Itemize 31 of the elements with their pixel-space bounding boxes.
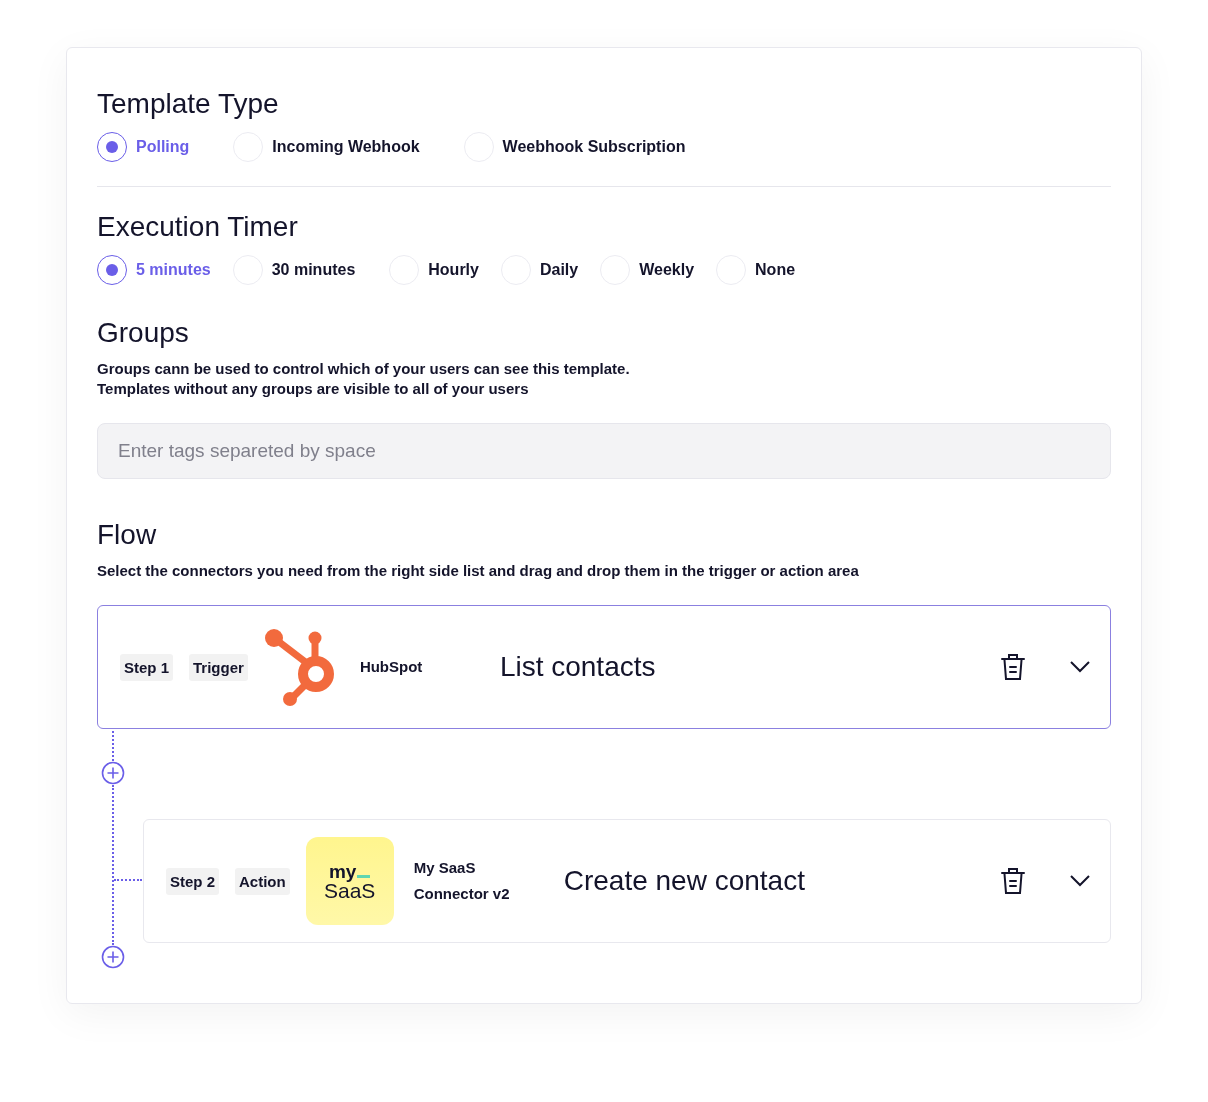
operation-title: List contacts [499, 651, 657, 683]
section-title: Execution Timer [97, 210, 299, 244]
section-title: Groups [97, 316, 190, 350]
radio-option[interactable]: Weekly [600, 255, 695, 285]
section-description: Select the connectors you need from the right side list and drag and drop them in the trigger or action area [97, 561, 860, 581]
radio-option[interactable]: 5 minutes [97, 255, 211, 285]
connector-name: My SaaS Connector v2 [413, 858, 511, 904]
connector-logo: my SaaS [305, 837, 394, 925]
step-type-label: Action [235, 867, 290, 895]
connector-name: HubSpot [359, 657, 424, 677]
add-step-button[interactable] [101, 761, 125, 785]
radio-option[interactable]: Polling [97, 132, 190, 162]
radio-option[interactable]: 30 minutes [232, 255, 356, 285]
section-description: Groups cann be used to control which of your users can see this template. Templates without any groups are visible to all of your users [97, 359, 631, 399]
step-label: Step 1 [120, 653, 173, 681]
radio-option[interactable]: None [716, 255, 796, 285]
radio-option[interactable]: Daily [500, 255, 579, 285]
step-label: Step 2 [166, 867, 219, 895]
add-step-button[interactable] [101, 945, 125, 969]
delete-icon[interactable] [1000, 866, 1026, 896]
section-title: Template Type [97, 87, 280, 121]
chevron-down-icon[interactable] [1070, 661, 1090, 673]
operation-title: Create new contact [563, 865, 806, 897]
step-type-label: Trigger [189, 653, 248, 681]
section-title: Flow [97, 518, 158, 552]
delete-icon[interactable] [1000, 652, 1026, 682]
radio-option[interactable]: Hourly [389, 255, 479, 285]
radio-option[interactable]: Weebhook Subscription [463, 132, 686, 162]
radio-option[interactable]: Incoming Webhook [233, 132, 420, 162]
chevron-down-icon[interactable] [1070, 875, 1090, 887]
tags-input-field[interactable]: Enter tags separeted by space [97, 423, 1111, 479]
